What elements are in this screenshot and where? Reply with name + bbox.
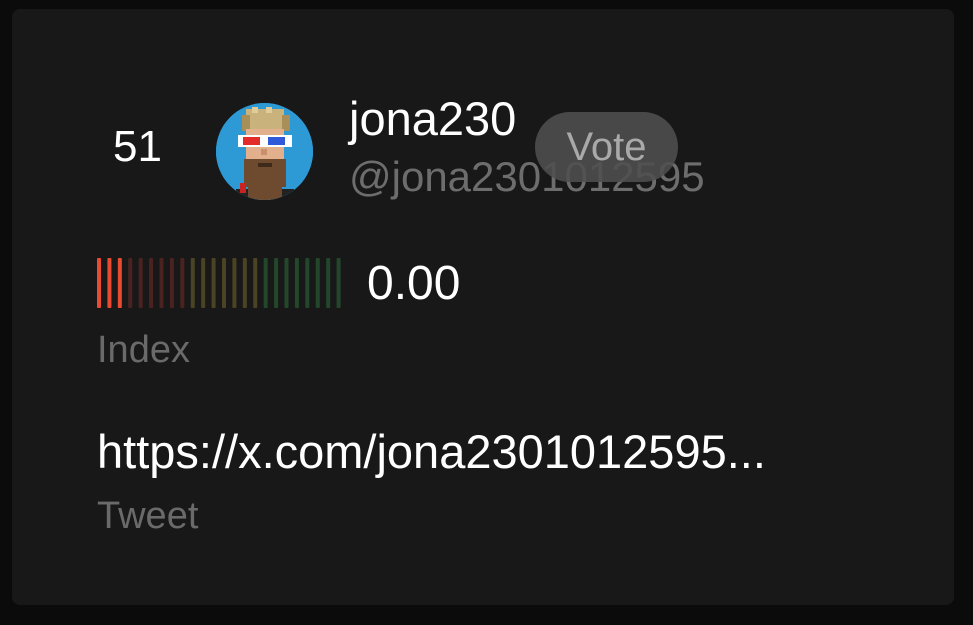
pixel-avatar-icon bbox=[216, 103, 313, 200]
index-meter-bar bbox=[107, 258, 112, 308]
index-meter-bar bbox=[294, 258, 299, 308]
index-meter-bar bbox=[222, 258, 226, 308]
index-meter bbox=[97, 258, 341, 308]
index-meter-bar bbox=[159, 258, 164, 308]
vote-button[interactable]: Vote bbox=[535, 112, 678, 182]
index-meter-bar bbox=[326, 258, 331, 308]
tweet-link[interactable]: https://x.com/jona2301012595... bbox=[97, 423, 766, 481]
index-meter-bar bbox=[284, 258, 289, 308]
index-meter-bar bbox=[274, 258, 279, 308]
index-meter-bar bbox=[253, 258, 258, 308]
index-meter-bar bbox=[138, 258, 143, 308]
index-meter-bar bbox=[305, 258, 310, 308]
rank-number: 51 bbox=[113, 122, 162, 171]
index-meter-bar bbox=[149, 258, 154, 308]
index-meter-bar bbox=[169, 258, 174, 308]
index-label: Index bbox=[97, 329, 190, 371]
tweet-label: Tweet bbox=[97, 495, 199, 537]
user-avatar[interactable] bbox=[216, 103, 313, 200]
index-value: 0.00 bbox=[367, 257, 461, 310]
index-meter-bar bbox=[336, 258, 341, 308]
index-meter-bar bbox=[180, 258, 185, 308]
index-meter-bar bbox=[315, 258, 320, 308]
index-meter-bar bbox=[211, 258, 216, 308]
username: jona230 bbox=[349, 92, 517, 145]
index-meter-bar bbox=[97, 258, 101, 308]
index-meter-bar bbox=[232, 258, 237, 308]
index-meter-bar bbox=[128, 258, 133, 308]
index-meter-bar bbox=[242, 258, 247, 308]
index-meter-bar bbox=[263, 258, 268, 308]
index-meter-bar bbox=[201, 258, 206, 308]
index-meter-bar bbox=[190, 258, 195, 308]
leaderboard-card: 51 jona230 @jona2301012595 Vote 0.00 Ind… bbox=[12, 9, 954, 605]
index-meter-bar bbox=[117, 258, 122, 308]
